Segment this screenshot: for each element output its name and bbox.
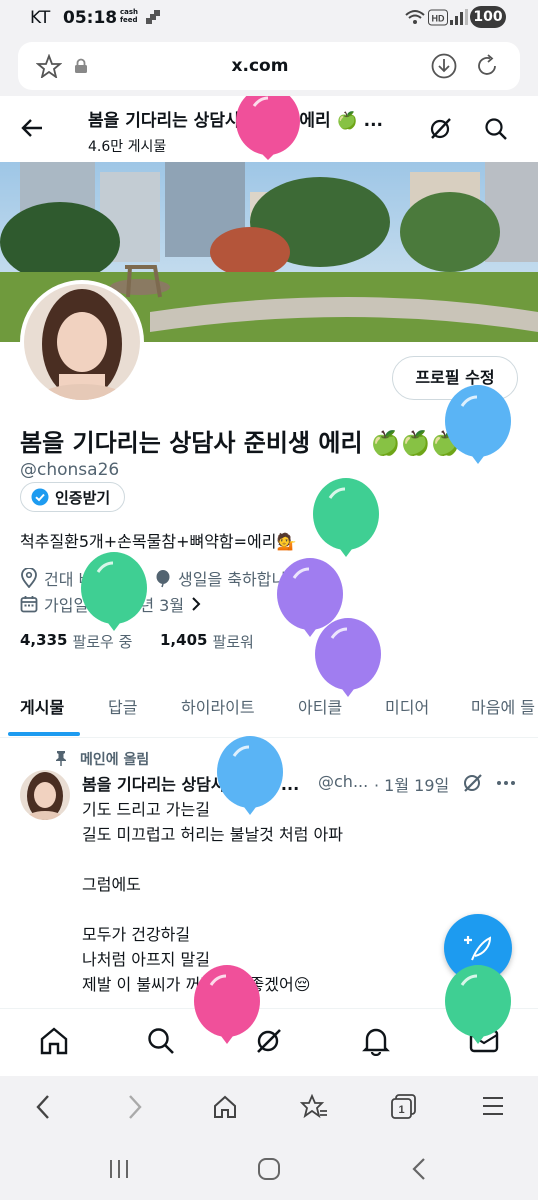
profile-tabs: 게시물 답글 하이라이트 아티클 미디어 마음에 들 [0, 694, 538, 738]
post-line: 제발 이 불씨가 꺼졌으면 좋겠어😔 [82, 975, 311, 994]
balloon-icon [156, 570, 170, 588]
joined-text: 가입일: 2012년 3월 [44, 596, 185, 615]
post-line: 기도 드리고 가는길 [82, 800, 210, 819]
battery-indicator: 100 [470, 6, 506, 28]
hd-icon: HD [428, 9, 448, 26]
post-line [82, 847, 343, 872]
messages-envelope-icon[interactable] [469, 1028, 499, 1054]
profile-header-bar: 봄을 기다리는 상담사 준비생 에리 🍏 ... 4.6만 게시물 [0, 96, 538, 162]
post-line [82, 897, 343, 922]
browser-home-icon[interactable] [212, 1094, 238, 1120]
post-date[interactable]: · 1월 19일 [374, 772, 449, 796]
back-arrow-icon[interactable] [20, 117, 44, 139]
system-home-icon[interactable] [257, 1157, 281, 1181]
post-handle[interactable]: @ch... [318, 772, 368, 791]
balloon-purple-lower [315, 618, 381, 697]
post-line: 나처럼 아프지 말길 [82, 950, 210, 969]
avatar-photo [24, 284, 140, 400]
header-title: 봄을 기다리는 상담사 준비생 에리 🍏 ... [88, 111, 384, 131]
bookmarks-icon[interactable] [300, 1094, 328, 1120]
search-icon[interactable] [483, 116, 509, 142]
recent-apps-icon[interactable] [107, 1158, 131, 1180]
followers-count: 1,405 [160, 631, 208, 649]
signal-icon [450, 9, 468, 25]
grok-post-icon[interactable] [462, 772, 484, 794]
avatar[interactable] [20, 280, 144, 404]
bio: 척추질환5개+손목물참+뼈약함=에리💁 [20, 532, 297, 551]
home-icon[interactable] [39, 1026, 69, 1056]
following-label: 팔로우 중 [72, 633, 133, 651]
verified-badge-icon [31, 488, 49, 506]
grok-nav-icon[interactable] [254, 1026, 284, 1056]
explore-search-icon[interactable] [146, 1026, 176, 1056]
lock-icon [75, 58, 87, 73]
cashfeed-badge: cash feed [120, 8, 139, 24]
system-back-icon[interactable] [410, 1157, 428, 1181]
chevron-right-icon [192, 597, 201, 611]
display-name: 봄을 기다리는 상담사 준비생 에리 🍏🍏🍏 [20, 429, 461, 457]
followers-link[interactable]: 1,405 팔로워 [160, 631, 254, 652]
birthday-text: 생일을 축하합니다! [178, 570, 308, 589]
post-line: 그럼에도 [82, 875, 141, 894]
url-bar[interactable]: x.com [18, 42, 520, 90]
location-pin-icon [21, 568, 37, 588]
tab-highlights[interactable]: 하이라이트 [181, 694, 255, 718]
get-verified-button[interactable]: 인증받기 [20, 482, 126, 512]
tab-articles[interactable]: 아티클 [298, 694, 342, 718]
tab-likes[interactable]: 마음에 들 [471, 694, 535, 718]
post-line: 길도 미끄럽고 허리는 불날것 처럼 아파 [82, 825, 343, 844]
followers-label: 팔로워 [212, 633, 254, 651]
profile-joined[interactable]: 가입일: 2012년 3월 [20, 592, 202, 616]
browser-forward-icon[interactable] [126, 1093, 144, 1121]
following-count: 4,335 [20, 631, 68, 649]
calendar-icon [20, 596, 38, 613]
post-author[interactable]: 봄을 기다리는 상담사 준비생 ... [82, 771, 299, 795]
tab-media[interactable]: 미디어 [385, 694, 429, 718]
pin-icon [56, 751, 66, 766]
reload-icon[interactable] [474, 53, 500, 79]
browser-toolbar: 1 [0, 1076, 538, 1138]
location-text: 건대 바로 앞 [44, 570, 128, 589]
browser-back-icon[interactable] [34, 1093, 52, 1121]
tabs-icon[interactable]: 1 [390, 1093, 418, 1121]
active-tab-indicator [8, 732, 80, 736]
more-options-icon[interactable] [496, 779, 516, 787]
tab-replies[interactable]: 답글 [108, 694, 137, 718]
status-bar: KT 05:18 cash feed HD 100 [0, 0, 538, 36]
profile-location: 건대 바로 앞 [20, 566, 128, 590]
verify-label: 인증받기 [55, 488, 111, 507]
tab-posts[interactable]: 게시물 [20, 694, 64, 718]
pinned-label: 메인에 올림 [80, 752, 150, 768]
svg-text:1: 1 [398, 1104, 404, 1116]
clock: 05:18 [63, 8, 118, 28]
header-posts-count: 4.6만 게시물 [88, 139, 167, 155]
edit-profile-button[interactable]: 프로필 수정 [392, 356, 518, 400]
system-nav-bar [0, 1138, 538, 1200]
post-line: 모두가 건강하길 [82, 925, 191, 944]
handle: @chonsa26 [20, 460, 120, 480]
compose-feather-icon [464, 936, 492, 961]
x-profile-page: 봄을 기다리는 상담사 준비생 에리 🍏 ... 4.6만 게시물 프로필 수정… [0, 96, 538, 1076]
compose-post-button[interactable] [444, 914, 512, 982]
post-avatar[interactable] [20, 770, 70, 820]
profile-birthday: 생일을 축하합니다! [154, 566, 307, 590]
star-icon[interactable] [36, 54, 62, 78]
carrier-label: KT [30, 8, 51, 28]
post-text: 기도 드리고 가는길 길도 미끄럽고 허리는 불날것 처럼 아파 그럼에도 모두… [82, 797, 343, 997]
app-notification-icon [146, 10, 160, 24]
following-link[interactable]: 4,335 팔로우 중 [20, 631, 132, 652]
url-text[interactable]: x.com [218, 56, 302, 76]
bottom-app-nav [0, 1008, 538, 1076]
svg-text:HD: HD [432, 14, 445, 24]
notifications-bell-icon[interactable] [361, 1026, 391, 1056]
browser-menu-icon[interactable] [481, 1095, 505, 1117]
grok-icon[interactable] [428, 116, 454, 142]
wifi-icon [405, 10, 425, 24]
balloon-green-mid [313, 478, 379, 557]
download-icon[interactable] [431, 53, 457, 79]
